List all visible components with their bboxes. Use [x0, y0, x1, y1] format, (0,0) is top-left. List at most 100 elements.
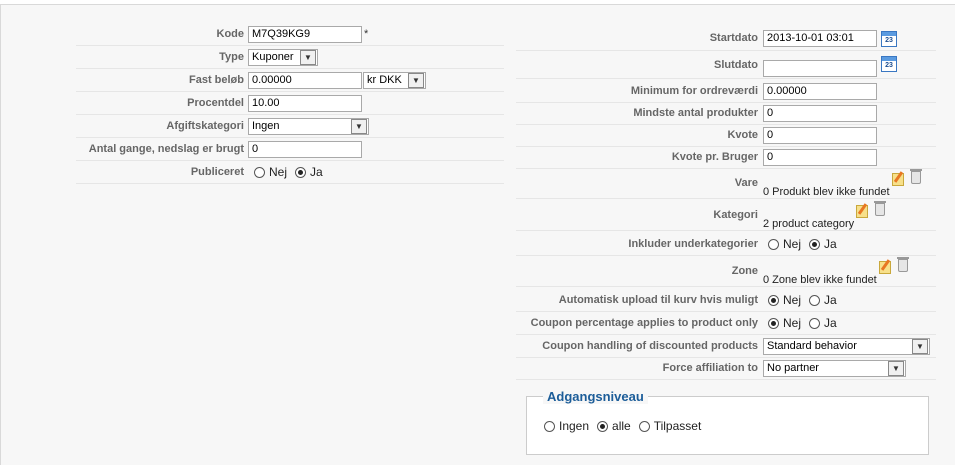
afgiftskategori-select[interactable]: Ingen ▼ [248, 117, 369, 135]
minimum-label: Minimum for ordreværdi [630, 85, 758, 97]
minimum-input[interactable]: 0.00000 [763, 82, 877, 100]
coupon-form: Kode M7Q39KG9 * Type Kuponer ▼ Fast belø… [0, 4, 955, 465]
row-coupon-handling: Coupon handling of discounted products S… [516, 335, 936, 358]
currency-select[interactable]: kr DKK ▼ [363, 71, 426, 89]
row-kvote-bruger: Kvote pr. Bruger 0 [516, 146, 936, 169]
edit-icon[interactable] [891, 171, 906, 186]
row-afgiftskategori: Afgiftskategori Ingen ▼ [76, 115, 504, 138]
auto-upload-radios: Nej Ja [768, 289, 845, 311]
coupon-handling-select[interactable]: Standard behavior ▼ [763, 337, 930, 355]
trash-icon[interactable] [909, 169, 922, 184]
inkluder-radio-ja[interactable] [809, 238, 821, 250]
chevron-down-icon: ▼ [300, 49, 316, 65]
kategori-text: 2 product category [763, 218, 855, 230]
access-radio-alle[interactable] [597, 420, 609, 432]
kvote-label: Kvote [727, 129, 758, 141]
calendar-icon[interactable]: 23 [881, 56, 897, 72]
kategori-field-wrap: 2 product category [763, 200, 887, 232]
auto-upload-radio-nej[interactable] [768, 294, 779, 306]
auto-upload-label: Automatisk upload til kurv hvis muligt [558, 294, 758, 306]
type-select[interactable]: Kuponer ▼ [248, 48, 318, 66]
row-publiceret: Publiceret Nej Ja [76, 161, 504, 184]
force-aff-select-value: No partner [767, 362, 819, 374]
edit-icon[interactable] [856, 203, 870, 218]
chevron-down-icon: ▼ [351, 118, 367, 134]
antal-gange-label: Antal gange, nedslag er brugt [88, 143, 244, 155]
publiceret-radios: Nej Ja [254, 161, 331, 183]
edit-icon[interactable] [878, 259, 893, 274]
coupon-pct-option-nej: Nej [783, 316, 802, 330]
afgiftskategori-field-wrap: Ingen ▼ [248, 115, 369, 137]
access-option-tilpasset: Tilpasset [653, 419, 702, 433]
slutdato-label: Slutdato [714, 59, 758, 71]
row-vare: Vare 0 Produkt blev ikke fundet [516, 168, 936, 199]
auto-upload-radio-ja[interactable] [809, 294, 821, 306]
type-select-value: Kuponer [252, 51, 294, 63]
row-procentdel: Procentdel 10.00 [76, 92, 504, 115]
calendar-icon[interactable]: 23 [881, 30, 897, 47]
row-zone: Zone 0 Zone blev ikke fundet [516, 256, 936, 287]
row-type: Type Kuponer ▼ [76, 46, 504, 69]
access-radio-tilpasset[interactable] [638, 420, 650, 432]
trash-icon[interactable] [874, 201, 887, 216]
auto-upload-option-ja: Ja [824, 293, 837, 307]
row-auto-upload: Automatisk upload til kurv hvis muligt N… [516, 289, 936, 312]
coupon-pct-label: Coupon percentage applies to product onl… [530, 317, 758, 329]
minimum-field-wrap: 0.00000 [763, 80, 877, 102]
row-antal-gange: Antal gange, nedslag er brugt 0 [76, 138, 504, 161]
kode-input[interactable]: M7Q39KG9 [248, 25, 362, 43]
procentdel-input[interactable]: 10.00 [248, 94, 362, 112]
procentdel-field-wrap: 10.00 [248, 92, 362, 114]
chevron-down-icon: ▼ [912, 338, 928, 354]
coupon-pct-radio-nej[interactable] [768, 317, 779, 329]
row-slutdato: Slutdato 23 [516, 52, 936, 79]
access-radio-ingen[interactable] [544, 420, 555, 432]
startdato-input[interactable]: 2013-10-01 03:01 [763, 30, 877, 47]
row-coupon-pct: Coupon percentage applies to product onl… [516, 312, 936, 335]
row-mindste: Mindste antal produkter 0 [516, 102, 936, 125]
slutdato-field-wrap: 23 [763, 52, 897, 78]
publiceret-label: Publiceret [190, 166, 244, 178]
inkluder-option-nej: Nej [783, 237, 802, 251]
kode-field-wrap: M7Q39KG9 * [248, 23, 368, 45]
access-level-radios: Ingen alle Tilpasset [544, 419, 709, 433]
fast-belob-input[interactable]: 0.00000 [248, 71, 362, 89]
row-kategori: Kategori 2 product category [516, 200, 936, 231]
row-minimum: Minimum for ordreværdi 0.00000 [516, 80, 936, 103]
publiceret-radio-nej[interactable] [254, 166, 265, 178]
vare-label: Vare [734, 177, 758, 189]
publiceret-radio-ja[interactable] [295, 166, 307, 178]
trash-icon[interactable] [896, 257, 909, 272]
inkluder-option-ja: Ja [824, 237, 837, 251]
procentdel-label: Procentdel [187, 97, 244, 109]
kvote-bruger-label: Kvote pr. Bruger [671, 151, 758, 163]
vare-field-wrap: 0 Produkt blev ikke fundet [763, 168, 922, 200]
inkluder-radio-nej[interactable] [768, 238, 779, 250]
kvote-bruger-input[interactable]: 0 [763, 148, 877, 166]
mindste-input[interactable]: 0 [763, 104, 877, 122]
inkluder-label: Inkluder underkategorier [628, 238, 758, 250]
type-label: Type [219, 51, 244, 63]
kvote-input[interactable]: 0 [763, 126, 877, 144]
afgiftskategori-select-value: Ingen [252, 120, 280, 132]
force-aff-select[interactable]: No partner ▼ [763, 359, 906, 377]
startdato-label: Startdato [709, 32, 758, 44]
force-aff-field-wrap: No partner ▼ [763, 357, 906, 379]
access-level-legend: Adgangsniveau [543, 389, 648, 404]
row-kvote: Kvote 0 [516, 124, 936, 147]
type-field-wrap: Kuponer ▼ [248, 46, 318, 68]
antal-gange-input[interactable]: 0 [248, 140, 362, 158]
row-force-aff: Force affiliation to No partner ▼ [516, 357, 936, 380]
access-option-ingen: Ingen [559, 419, 590, 433]
currency-select-value: kr DKK [367, 74, 402, 86]
access-option-alle: alle [612, 419, 631, 433]
coupon-pct-radio-ja[interactable] [809, 317, 821, 329]
slutdato-input[interactable] [763, 59, 877, 77]
afgiftskategori-label: Afgiftskategori [166, 120, 244, 132]
zone-field-wrap: 0 Zone blev ikke fundet [763, 256, 909, 288]
zone-actions [877, 257, 909, 274]
chevron-down-icon: ▼ [408, 72, 424, 88]
chevron-down-icon: ▼ [888, 360, 904, 376]
row-fast-belob: Fast beløb 0.00000 kr DKK ▼ [76, 69, 504, 92]
inkluder-radios: Nej Ja [768, 233, 845, 255]
